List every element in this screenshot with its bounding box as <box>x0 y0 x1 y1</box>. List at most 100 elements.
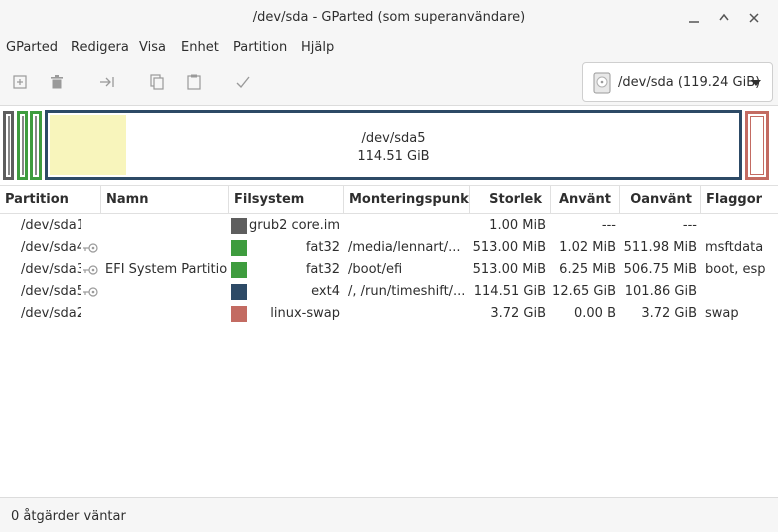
filesystem-color-swatch <box>231 284 247 300</box>
apply-icon <box>236 76 250 89</box>
cell-flags: boot, esp <box>705 262 766 277</box>
menu-partition[interactable]: Partition <box>233 40 287 55</box>
new-partition-icon <box>13 75 27 89</box>
delete-button[interactable] <box>46 71 68 93</box>
cell-filesystem: fat32 <box>305 240 340 255</box>
disk-map-sda5[interactable]: /dev/sda5 114.51 GiB <box>45 110 742 180</box>
column-monteringspunkt[interactable]: Monteringspunkt <box>344 186 470 214</box>
disk-map-sda1[interactable] <box>3 111 14 180</box>
paste-icon <box>187 74 201 90</box>
close-button[interactable] <box>744 8 764 28</box>
copy-button[interactable] <box>146 71 168 93</box>
key-icon <box>83 287 98 297</box>
cell-used: 6.25 MiB <box>559 262 616 277</box>
cell-used: --- <box>601 218 616 233</box>
menu-bar: GParted Redigera Visa Enhet Partition Hj… <box>0 36 778 59</box>
filesystem-color-swatch <box>231 218 247 234</box>
paste-button[interactable] <box>183 71 205 93</box>
table-row[interactable]: /dev/sda4 fat32/media/lennart/... 513.00 M… <box>0 237 778 259</box>
cell-size: 3.72 GiB <box>490 306 546 321</box>
menu-enhet[interactable]: Enhet <box>181 40 219 55</box>
close-icon <box>749 13 759 23</box>
table-row[interactable]: /dev/sda5 ext4 /, /run/timeshift/... 114.51… <box>0 281 778 303</box>
table-header: Partition Namn Filsystem Monteringspunkt… <box>0 185 778 214</box>
table-row[interactable]: /dev/sda1 grub2 core.img 1.00 MiB --- --- <box>0 215 778 237</box>
column-filsystem[interactable]: Filsystem <box>229 186 344 214</box>
cell-name <box>105 215 227 237</box>
cell-filesystem: ext4 <box>311 284 340 299</box>
column-namn[interactable]: Namn <box>101 186 229 214</box>
cell-flags <box>705 281 778 303</box>
filesystem-color-swatch <box>231 306 247 322</box>
menu-hjalp[interactable]: Hjälp <box>301 40 334 55</box>
delete-icon <box>51 75 63 89</box>
cell-used: 1.02 MiB <box>559 240 616 255</box>
partition-table: Partition Namn Filsystem Monteringspunkt… <box>0 185 778 497</box>
cell-filesystem: fat32 <box>305 262 340 277</box>
resize-move-button[interactable] <box>96 71 118 93</box>
cell-unused: 511.98 MiB <box>623 240 697 255</box>
cell-name <box>105 303 227 325</box>
menu-gparted[interactable]: GParted <box>6 40 58 55</box>
column-flaggor[interactable]: Flaggor <box>701 186 778 214</box>
disk-map-sda5-name: /dev/sda5 <box>361 131 426 146</box>
cell-mount <box>348 215 466 237</box>
window-title: /dev/sda - GParted (som superanvändare) <box>252 10 526 25</box>
cell-filesystem: linux-swap <box>270 306 340 321</box>
cell-unused: 3.72 GiB <box>641 306 697 321</box>
menu-redigera[interactable]: Redigera <box>71 40 129 55</box>
chevron-down-icon <box>751 80 761 86</box>
key-icon <box>83 243 98 253</box>
status-bar: 0 åtgärder väntar <box>0 497 778 532</box>
cell-filesystem: grub2 core.img <box>249 218 340 233</box>
column-partition[interactable]: Partition <box>0 186 101 214</box>
disk-map-sda5-size: 114.51 GiB <box>357 149 430 164</box>
cell-name <box>105 237 227 259</box>
cell-partition: /dev/sda5 <box>21 284 81 299</box>
cell-used: 0.00 B <box>574 306 616 321</box>
cell-unused: 506.75 MiB <box>623 262 697 277</box>
title-bar: /dev/sda - GParted (som superanvändare) <box>0 0 778 36</box>
cell-name: EFI System Partition <box>105 262 227 277</box>
cell-partition: /dev/sda4 <box>21 240 81 255</box>
cell-mount: /boot/efi <box>348 262 403 277</box>
cell-flags: swap <box>705 306 739 321</box>
cell-unused: 101.86 GiB <box>624 284 697 299</box>
device-selector[interactable]: /dev/sda (119.24 GiB) <box>582 62 773 102</box>
cell-partition: /dev/sda3 <box>21 262 81 277</box>
table-row[interactable]: /dev/sda2 linux-swap 3.72 GiB 0.00 B 3.72 Gi… <box>0 303 778 325</box>
filesystem-color-swatch <box>231 262 247 278</box>
copy-icon <box>150 74 164 90</box>
column-oanvant[interactable]: Oanvänt <box>620 186 701 214</box>
cell-mount: /, /run/timeshift/... <box>348 284 466 299</box>
device-selector-label: /dev/sda (119.24 GiB) <box>618 75 761 90</box>
resize-move-icon <box>100 77 114 87</box>
cell-name <box>105 281 227 303</box>
new-partition-button[interactable] <box>9 71 31 93</box>
disk-map-sda4[interactable] <box>17 111 28 180</box>
key-icon <box>83 265 98 275</box>
disk-map-sda2[interactable] <box>745 111 769 180</box>
disk-map-sda3[interactable] <box>30 111 42 180</box>
apply-button[interactable] <box>232 71 254 93</box>
maximize-button[interactable] <box>714 8 734 28</box>
cell-unused: --- <box>682 218 697 233</box>
cell-partition: /dev/sda1 <box>21 218 81 233</box>
cell-size: 513.00 MiB <box>472 262 546 277</box>
table-row[interactable]: /dev/sda3 EFI System Partition fat32/boot/… <box>0 259 778 281</box>
maximize-icon <box>719 13 729 21</box>
minimize-button[interactable] <box>684 8 704 28</box>
column-storlek[interactable]: Storlek <box>470 186 551 214</box>
cell-flags: msftdata <box>705 240 764 255</box>
cell-size: 1.00 MiB <box>489 218 546 233</box>
column-anvant[interactable]: Använt <box>551 186 620 214</box>
menu-visa[interactable]: Visa <box>139 40 166 55</box>
cell-mount: /media/lennart/... <box>348 240 461 255</box>
disk-map: /dev/sda5 114.51 GiB <box>0 106 778 184</box>
cell-flags <box>705 215 778 237</box>
minimize-icon <box>689 21 699 23</box>
cell-size: 114.51 GiB <box>473 284 546 299</box>
cell-size: 513.00 MiB <box>472 240 546 255</box>
status-text: 0 åtgärder väntar <box>11 509 126 524</box>
hard-disk-icon <box>593 72 611 94</box>
